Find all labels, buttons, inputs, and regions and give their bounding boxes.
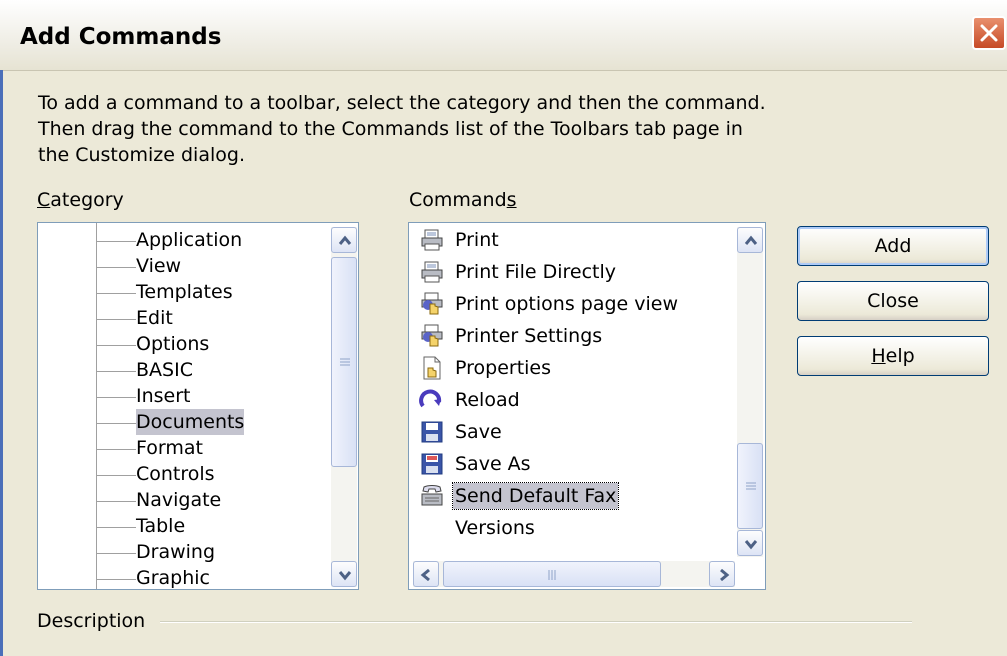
close-button-label: Close: [867, 290, 919, 312]
command-item-label: Printer Settings: [455, 325, 603, 347]
close-window-button[interactable]: [972, 16, 1006, 50]
scrollbar-thumb[interactable]: [331, 257, 357, 467]
help-button[interactable]: Help: [797, 336, 989, 376]
fax-icon: [419, 484, 445, 508]
commands-list[interactable]: Print Print File Directly Print options pa…: [408, 222, 766, 590]
command-item-printer-settings[interactable]: Printer Settings: [419, 321, 729, 351]
scroll-left-button[interactable]: [413, 561, 439, 587]
category-item-controls[interactable]: Controls: [136, 461, 215, 487]
category-item-graphic[interactable]: Graphic: [136, 565, 210, 589]
tree-branch-line: [96, 371, 136, 372]
grip-icon: [340, 358, 350, 366]
command-item-label: Print File Directly: [455, 261, 616, 283]
tree-branch-line: [96, 241, 136, 242]
category-item-table[interactable]: Table: [136, 513, 185, 539]
command-item-label: Print options page view: [455, 293, 679, 315]
category-item-documents[interactable]: Documents: [136, 409, 245, 435]
chevron-down-icon: [744, 540, 758, 550]
category-item-application[interactable]: Application: [136, 227, 242, 253]
commands-horizontal-scrollbar[interactable]: [413, 561, 735, 587]
tree-branch-line: [96, 553, 136, 554]
scrollbar-thumb[interactable]: [737, 443, 763, 529]
tree-branch-line: [96, 475, 136, 476]
tree-branch-line: [96, 293, 136, 294]
add-button-label: Add: [874, 235, 912, 257]
commands-vertical-scrollbar[interactable]: [737, 227, 763, 557]
reload-icon: [419, 388, 445, 412]
description-label: Description: [37, 610, 146, 632]
title-bar[interactable]: Add Commands: [0, 0, 1007, 71]
printer-hand-icon: [419, 292, 445, 316]
grip-icon: [746, 482, 756, 490]
command-item-label: Print: [455, 229, 499, 251]
command-item-print-file-directly[interactable]: Print File Directly: [419, 257, 729, 287]
close-icon: [980, 24, 998, 42]
close-button[interactable]: Close: [797, 281, 989, 321]
command-item-label: Save As: [455, 453, 531, 475]
tree-connector-line: [96, 223, 97, 589]
printer-icon: [419, 260, 445, 284]
command-item-send-default-fax[interactable]: Send Default Fax: [419, 481, 729, 511]
printer-hand-icon: [419, 324, 445, 348]
command-item-versions[interactable]: Versions: [419, 513, 729, 543]
scrollbar-thumb[interactable]: [443, 561, 661, 587]
command-item-reload[interactable]: Reload: [419, 385, 729, 415]
document-hand-icon: [419, 356, 445, 380]
category-item-drawing[interactable]: Drawing: [136, 539, 215, 565]
window-border: [0, 70, 3, 656]
instructions-text: To add a command to a toolbar, select th…: [38, 92, 766, 166]
command-item-label: Save: [455, 421, 502, 443]
command-item-label: Send Default Fax: [451, 482, 620, 510]
category-label: Category: [37, 189, 124, 211]
grip-icon: [548, 570, 556, 580]
category-item-options[interactable]: Options: [136, 331, 209, 357]
window-title: Add Commands: [20, 24, 222, 50]
tree-branch-line: [96, 579, 136, 580]
scroll-up-button[interactable]: [331, 227, 357, 253]
category-item-navigate[interactable]: Navigate: [136, 487, 221, 513]
tree-branch-line: [96, 501, 136, 502]
commands-label: Commands: [409, 189, 517, 211]
scroll-down-button[interactable]: [331, 561, 357, 587]
command-item-print-options-page-view[interactable]: Print options page view: [419, 289, 729, 319]
tree-branch-line: [96, 449, 136, 450]
tree-branch-line: [96, 345, 136, 346]
category-item-edit[interactable]: Edit: [136, 305, 173, 331]
chevron-right-icon: [720, 569, 730, 581]
category-item-view[interactable]: View: [136, 253, 181, 279]
floppy-disk-icon: [419, 420, 445, 444]
command-item-save[interactable]: Save: [419, 417, 729, 447]
tree-branch-line: [96, 397, 136, 398]
category-list[interactable]: Application View Templates Edit Options BASIC…: [37, 222, 359, 590]
category-item-format[interactable]: Format: [136, 435, 203, 461]
command-item-print[interactable]: Print: [419, 225, 729, 255]
floppy-disk-red-icon: [419, 452, 445, 476]
command-item-properties[interactable]: Properties: [419, 353, 729, 383]
chevron-up-icon: [338, 235, 352, 245]
help-button-label: Help: [871, 345, 915, 367]
category-item-templates[interactable]: Templates: [136, 279, 233, 305]
command-item-label: Reload: [455, 389, 520, 411]
chevron-left-icon: [420, 569, 430, 581]
category-scrollbar[interactable]: [331, 227, 357, 587]
tree-branch-line: [96, 527, 136, 528]
scroll-up-button[interactable]: [737, 227, 763, 253]
printer-icon: [419, 228, 445, 252]
category-item-insert[interactable]: Insert: [136, 383, 191, 409]
add-commands-dialog: Add Commands To add a command to a toolb…: [0, 0, 1007, 656]
tree-branch-line: [96, 267, 136, 268]
category-item-basic[interactable]: BASIC: [136, 357, 193, 383]
description-divider: [160, 621, 912, 623]
tree-branch-line: [96, 319, 136, 320]
add-button[interactable]: Add: [797, 226, 989, 266]
scroll-right-button[interactable]: [709, 561, 735, 587]
tree-branch-line: [96, 423, 136, 424]
command-item-label: Versions: [455, 517, 535, 539]
scroll-down-button[interactable]: [737, 530, 763, 556]
command-item-save-as[interactable]: Save As: [419, 449, 729, 479]
chevron-down-icon: [338, 571, 352, 581]
chevron-up-icon: [744, 235, 758, 245]
command-item-label: Properties: [455, 357, 552, 379]
